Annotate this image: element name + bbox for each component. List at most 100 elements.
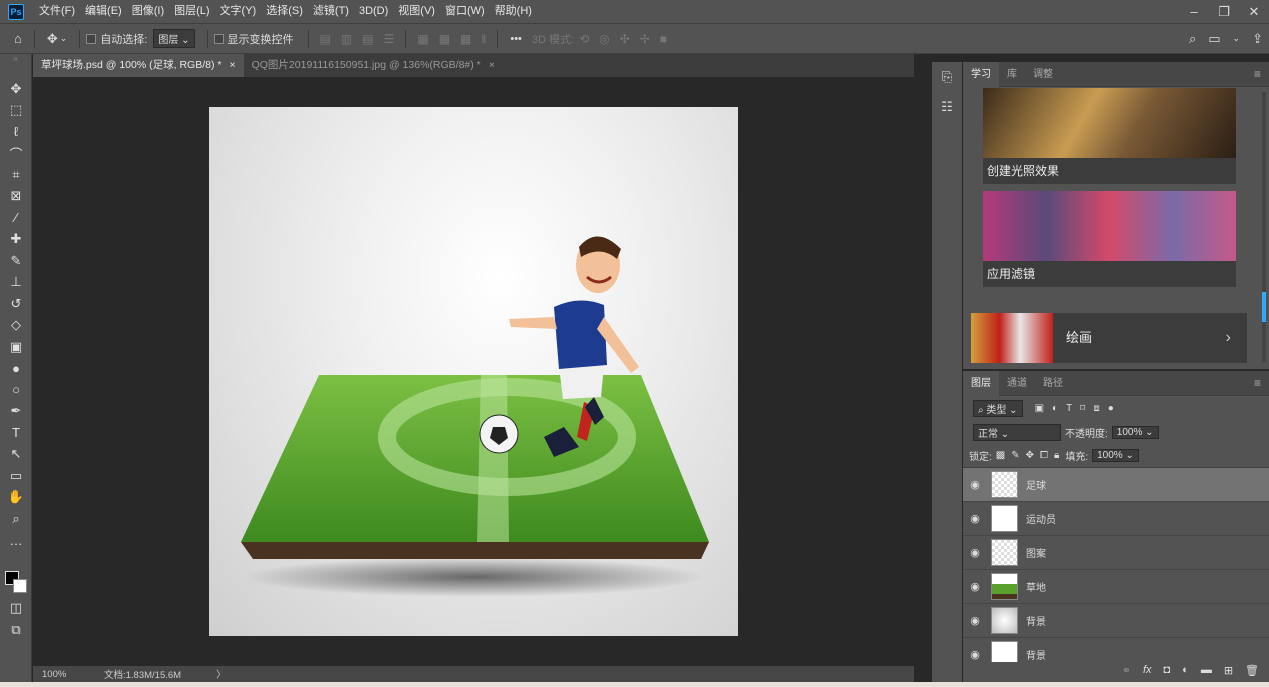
pen-icon[interactable]: ✒ — [0, 401, 32, 423]
status-arrow-icon[interactable]: 〉 — [216, 667, 226, 681]
menu-item[interactable]: 编辑(E) — [80, 0, 127, 23]
menu-item[interactable]: 滤镜(T) — [308, 0, 354, 23]
marquee-icon[interactable]: ⬚ — [0, 100, 32, 122]
auto-select-checkbox[interactable] — [86, 33, 97, 44]
tab-learn[interactable]: 学习 — [963, 61, 999, 87]
toolbar-collapse-icon[interactable]: » — [0, 54, 31, 78]
more-options-icon[interactable]: ••• — [510, 33, 522, 45]
panel-menu-icon[interactable]: ≡ — [1254, 67, 1261, 81]
chevron-down-icon[interactable]: ⌄ — [60, 33, 68, 44]
zoom-icon[interactable]: ⌕ — [0, 508, 32, 530]
pan-3d-icon[interactable]: ✣ — [620, 32, 630, 46]
panel-menu-icon[interactable]: ≡ — [1254, 376, 1261, 390]
layer-row[interactable]: ◉ 背景 — [963, 604, 1269, 638]
home-icon[interactable]: ⌂ — [14, 31, 22, 46]
healing-icon[interactable]: ✚ — [0, 229, 32, 251]
lock-artboard-icon[interactable]: ⧠ — [1040, 450, 1048, 461]
tab-adjustments[interactable]: 调整 — [1025, 62, 1061, 87]
menu-item[interactable]: 视图(V) — [393, 0, 440, 23]
tab-paths[interactable]: 路径 — [1035, 371, 1071, 396]
fill-input[interactable]: 100% ⌄ — [1092, 449, 1139, 462]
layer-row[interactable]: ◉ 足球 — [963, 468, 1269, 502]
minimize-icon[interactable]: – — [1179, 4, 1209, 20]
orbit-3d-icon[interactable]: ⟲ — [579, 32, 589, 46]
visibility-eye-icon[interactable]: ◉ — [963, 614, 987, 627]
document-canvas[interactable] — [209, 107, 738, 636]
chevron-down-icon[interactable]: ⌄ — [1233, 33, 1241, 44]
new-layer-icon[interactable]: ⊞ — [1224, 664, 1233, 677]
menu-item[interactable]: 3D(D) — [354, 0, 393, 23]
layer-row[interactable]: ◉ 运动员 — [963, 502, 1269, 536]
eyedropper-icon[interactable]: ⁄ — [0, 207, 32, 229]
hand-icon[interactable]: ✋ — [0, 487, 32, 509]
align-left-icon[interactable]: ▤ — [320, 32, 331, 46]
brush-icon[interactable]: ✎ — [0, 250, 32, 272]
tab-libraries[interactable]: 库 — [999, 62, 1025, 87]
new-adjustment-icon[interactable]: ◐ — [1182, 664, 1189, 676]
menu-item[interactable]: 图像(I) — [127, 0, 169, 23]
dodge-icon[interactable]: ○ — [0, 379, 32, 401]
share-icon[interactable]: ⇪ — [1252, 31, 1263, 47]
eraser-icon[interactable]: ◇ — [0, 315, 32, 337]
blend-mode-dropdown[interactable]: 正常 ⌄ — [973, 423, 1061, 441]
workspace-icon[interactable]: ▭ — [1208, 31, 1220, 47]
tab-channels[interactable]: 通道 — [999, 371, 1035, 396]
tab-document-2[interactable]: QQ图片20191116150951.jpg @ 136%(RGB/8#) * × — [243, 54, 503, 77]
close-tab-icon[interactable]: × — [489, 59, 495, 71]
layer-row[interactable]: ◉ 图案 — [963, 536, 1269, 570]
menu-item[interactable]: 文字(Y) — [215, 0, 262, 23]
layer-style-icon[interactable]: fx — [1143, 664, 1152, 676]
lock-paint-icon[interactable]: ✎ — [1011, 450, 1019, 461]
color-swatches[interactable] — [5, 571, 29, 595]
visibility-eye-icon[interactable]: ◉ — [963, 512, 987, 525]
filter-adjustment-icon[interactable]: ◐ — [1052, 403, 1058, 414]
layer-row[interactable]: ◉ 草地 — [963, 570, 1269, 604]
filter-kind-dropdown[interactable]: ⌕ 类型 ⌄ — [973, 399, 1023, 417]
filter-shape-icon[interactable]: ⌑ — [1080, 403, 1085, 414]
delete-layer-icon[interactable]: 🗑︎ — [1245, 664, 1259, 677]
more-tools-icon[interactable]: … — [0, 530, 32, 552]
lock-transparent-icon[interactable]: ▩ — [996, 450, 1005, 461]
filter-smart-object-icon[interactable]: ⧈ — [1093, 403, 1099, 414]
lasso-icon[interactable]: ℓ — [0, 121, 32, 143]
background-color[interactable] — [13, 579, 27, 593]
quick-mask-icon[interactable]: ◫ — [0, 597, 32, 619]
filter-toggle-icon[interactable]: ● — [1108, 403, 1114, 414]
tab-layers[interactable]: 图层 — [963, 370, 999, 396]
show-transform-checkbox[interactable] — [213, 33, 224, 44]
rectangle-icon[interactable]: ▭ — [0, 465, 32, 487]
add-mask-icon[interactable]: ◘ — [1164, 664, 1171, 676]
stamp-icon[interactable]: ⊥ — [0, 272, 32, 294]
align-middle-icon[interactable]: ▦ — [439, 32, 450, 46]
link-layers-icon[interactable]: ⚭ — [1122, 664, 1131, 677]
learn-scrollbar-thumb[interactable] — [1262, 292, 1266, 322]
opacity-input[interactable]: 100% ⌄ — [1111, 425, 1159, 439]
crop-icon[interactable]: ⌗ — [0, 164, 32, 186]
auto-select-dropdown[interactable]: 图层 ⌄ — [153, 29, 195, 48]
align-bottom-icon[interactable]: ▦ — [460, 32, 471, 46]
close-tab-icon[interactable]: × — [229, 59, 235, 71]
quick-select-icon[interactable]: ⌒ — [0, 143, 32, 165]
lock-all-icon[interactable]: 🔒︎ — [1054, 450, 1059, 461]
scale-3d-icon[interactable]: ■ — [660, 32, 667, 46]
align-center-icon[interactable]: ▥ — [341, 32, 352, 46]
visibility-eye-icon[interactable]: ◉ — [963, 478, 987, 491]
type-icon[interactable]: T — [0, 422, 32, 444]
learn-card-lighting[interactable]: 创建光照效果 — [983, 88, 1236, 184]
move-tool-icon[interactable]: ✥ — [47, 31, 58, 47]
zoom-level[interactable]: 100% — [42, 669, 104, 680]
path-select-icon[interactable]: ↖ — [0, 444, 32, 466]
chevron-right-icon[interactable]: › — [1226, 313, 1231, 363]
roll-3d-icon[interactable]: ◎ — [599, 32, 609, 46]
restore-icon[interactable]: ❐ — [1209, 4, 1239, 20]
new-group-icon[interactable]: ▬ — [1201, 664, 1212, 676]
distribute-vertical-icon[interactable]: ‖ — [481, 32, 486, 46]
menu-item[interactable]: 图层(L) — [169, 0, 214, 23]
move-icon[interactable]: ✥ — [0, 78, 32, 100]
history-panel-icon[interactable]: ⎘ — [932, 62, 962, 92]
close-icon[interactable]: ✕ — [1239, 4, 1269, 20]
frame-icon[interactable]: ⊠ — [0, 186, 32, 208]
screen-mode-icon[interactable]: ⧉ — [0, 619, 32, 641]
align-right-icon[interactable]: ▤ — [362, 32, 373, 46]
history-brush-icon[interactable]: ↺ — [0, 293, 32, 315]
